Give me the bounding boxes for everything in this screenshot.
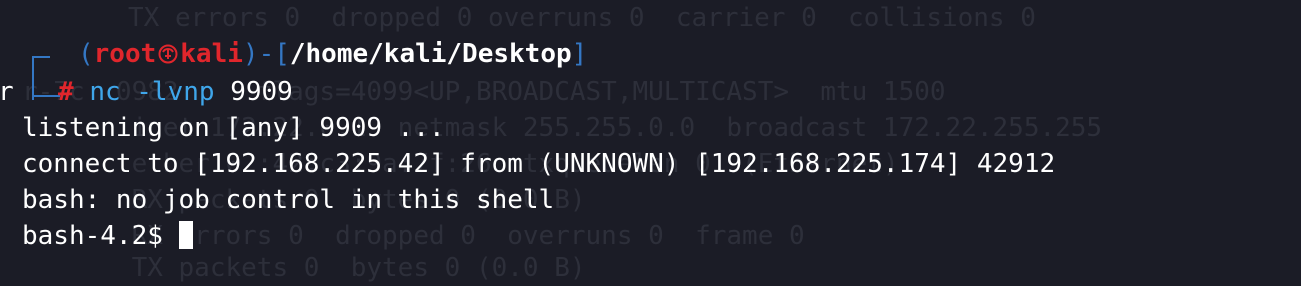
prompt-host: kali xyxy=(180,39,243,69)
prompt-close-bracket: ] xyxy=(571,39,588,69)
command-program: nc xyxy=(89,77,121,107)
background-line-1: TX errors 0 dropped 0 overruns 0 carrier… xyxy=(128,3,1036,33)
output-line-3: bash: no job control in this shell xyxy=(22,185,555,215)
prompt-close-paren: ) xyxy=(242,39,259,69)
prompt-corner-bottom xyxy=(32,80,60,97)
command-line: # nc -lvnp 9909 xyxy=(58,74,293,110)
output-line-2: connect to [192.168.225.42] from (UNKNOW… xyxy=(22,149,1056,179)
prompt-dash-bracket: -[ xyxy=(258,39,290,69)
shell-prompt-line[interactable]: bash-4.2$ xyxy=(22,218,193,254)
kali-skull-icon xyxy=(158,44,178,64)
left-clipped-text: r xyxy=(0,77,14,107)
command-args: -lvnp xyxy=(136,77,215,107)
terminal-cursor[interactable] xyxy=(178,221,193,249)
prompt-line: (root kali)-[/home/kali/Desktop] xyxy=(78,36,587,72)
command-port: 9909 xyxy=(230,77,293,107)
background-line-7: TX packets 0 bytes 0 (0.0 B) xyxy=(22,253,586,283)
output-line-1: listening on [any] 9909 ... xyxy=(22,113,445,143)
prompt-path: /home/kali/Desktop xyxy=(289,39,572,69)
shell-prompt: bash-4.2$ xyxy=(22,221,179,251)
prompt-user: root xyxy=(93,39,157,69)
prompt-hash: # xyxy=(58,77,74,107)
prompt-open-paren: ( xyxy=(78,39,94,69)
